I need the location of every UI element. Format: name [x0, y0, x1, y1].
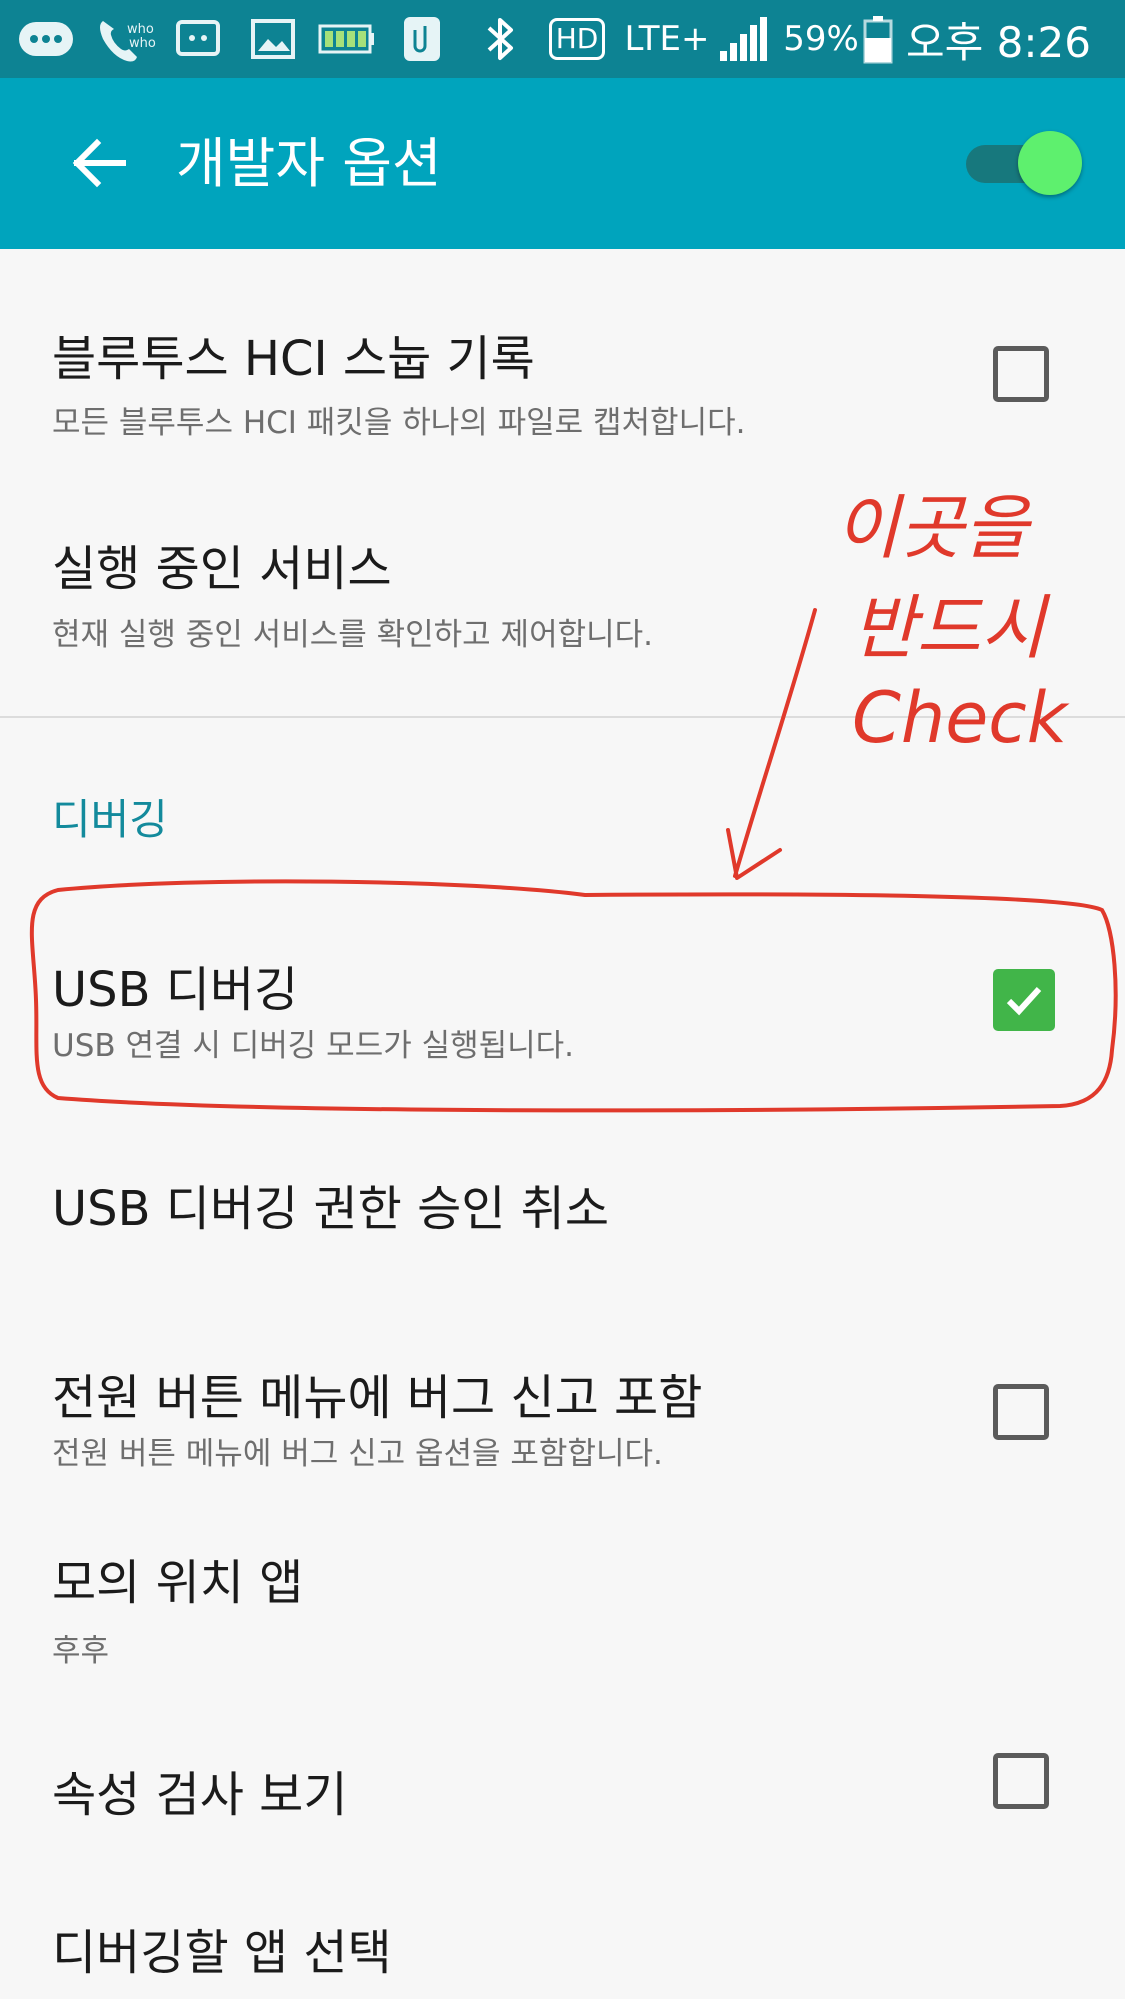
setting-subtitle: 전원 버튼 메뉴에 버그 신고 옵션을 포함합니다.: [52, 1436, 663, 1472]
battery-percent-label: 59%: [783, 19, 859, 59]
message-icon: [14, 0, 78, 78]
back-arrow-icon: [72, 138, 126, 188]
setting-revoke-usb-auth[interactable]: USB 디버깅 권한 승인 취소: [0, 1125, 1125, 1275]
status-bar: who who HD LTE+ 59% 오후 8:26: [0, 0, 1125, 78]
setting-title: 속성 검사 보기: [52, 1767, 348, 1823]
setting-subtitle: 현재 실행 중인 서비스를 확인하고 제어합니다.: [52, 617, 654, 653]
setting-usb-debugging[interactable]: USB 디버깅 USB 연결 시 디버깅 모드가 실행됩니다.: [0, 900, 1125, 1100]
messenger-icon: [170, 0, 226, 78]
setting-title: USB 디버깅 권한 승인 취소: [52, 1181, 610, 1237]
back-button[interactable]: [52, 116, 146, 210]
setting-mock-location-app[interactable]: 모의 위치 앱 후후: [0, 1515, 1125, 1715]
switch-thumb: [1018, 131, 1082, 195]
section-divider: [0, 716, 1125, 718]
signal-strength-icon: [716, 0, 770, 78]
gallery-icon: [246, 0, 300, 78]
checkmark-icon: [1006, 986, 1042, 1016]
setting-title: USB 디버깅: [52, 962, 299, 1018]
setting-running-services[interactable]: 실행 중인 서비스 현재 실행 중인 서비스를 확인하고 제어합니다.: [0, 465, 1125, 716]
setting-view-attribute-inspection[interactable]: 속성 검사 보기: [0, 1715, 1125, 1875]
setting-title: 전원 버튼 메뉴에 버그 신고 포함: [52, 1370, 703, 1426]
network-type-label: LTE+: [624, 19, 710, 59]
setting-select-debug-app[interactable]: 디버깅할 앱 선택: [0, 1875, 1125, 1999]
usb-debugging-checkbox[interactable]: [993, 969, 1055, 1031]
setting-title: 실행 중인 서비스: [52, 541, 392, 597]
bluetooth-icon: [474, 0, 526, 78]
clip-app-icon: [398, 0, 446, 78]
svg-text:who: who: [127, 22, 154, 37]
battery-percent: 59%: [780, 0, 862, 78]
setting-title: 디버깅할 앱 선택: [52, 1925, 392, 1981]
hd-voice-icon: HD: [546, 0, 608, 78]
hd-label: HD: [548, 18, 606, 60]
setting-subtitle: 후후: [52, 1633, 110, 1669]
app-bar: 개발자 옵션: [0, 78, 1125, 249]
clock: 오후 8:26: [906, 0, 1116, 78]
annotation-arrow-head: [726, 828, 782, 880]
bluetooth-hci-checkbox[interactable]: [993, 346, 1049, 402]
setting-subtitle: 모든 블루투스 HCI 패킷을 하나의 파일로 캡처합니다.: [52, 405, 746, 441]
clock-label: 오후 8:26: [906, 17, 1091, 67]
whowho-phone-icon: who who: [92, 0, 158, 78]
setting-bluetooth-hci-snoop[interactable]: 블루투스 HCI 스눕 기록 모든 블루투스 HCI 패킷을 하나의 파일로 캡…: [0, 249, 1125, 465]
developer-options-switch[interactable]: [960, 131, 1086, 195]
setting-title: 블루투스 HCI 스눕 기록: [52, 331, 535, 387]
bug-report-checkbox[interactable]: [993, 1384, 1049, 1440]
page-title: 개발자 옵션: [176, 132, 442, 195]
setting-subtitle: USB 연결 시 디버깅 모드가 실행됩니다.: [52, 1028, 575, 1064]
section-header-debugging: 디버깅: [52, 795, 168, 844]
battery-icon: [860, 0, 896, 78]
lte-indicator: LTE+: [624, 0, 710, 78]
view-attribute-checkbox[interactable]: [993, 1753, 1049, 1809]
battery-app-icon: [316, 0, 378, 78]
setting-title: 모의 위치 앱: [52, 1555, 304, 1611]
setting-bug-report-power-menu[interactable]: 전원 버튼 메뉴에 버그 신고 포함 전원 버튼 메뉴에 버그 신고 옵션을 포…: [0, 1300, 1125, 1515]
svg-text:who: who: [129, 36, 156, 51]
